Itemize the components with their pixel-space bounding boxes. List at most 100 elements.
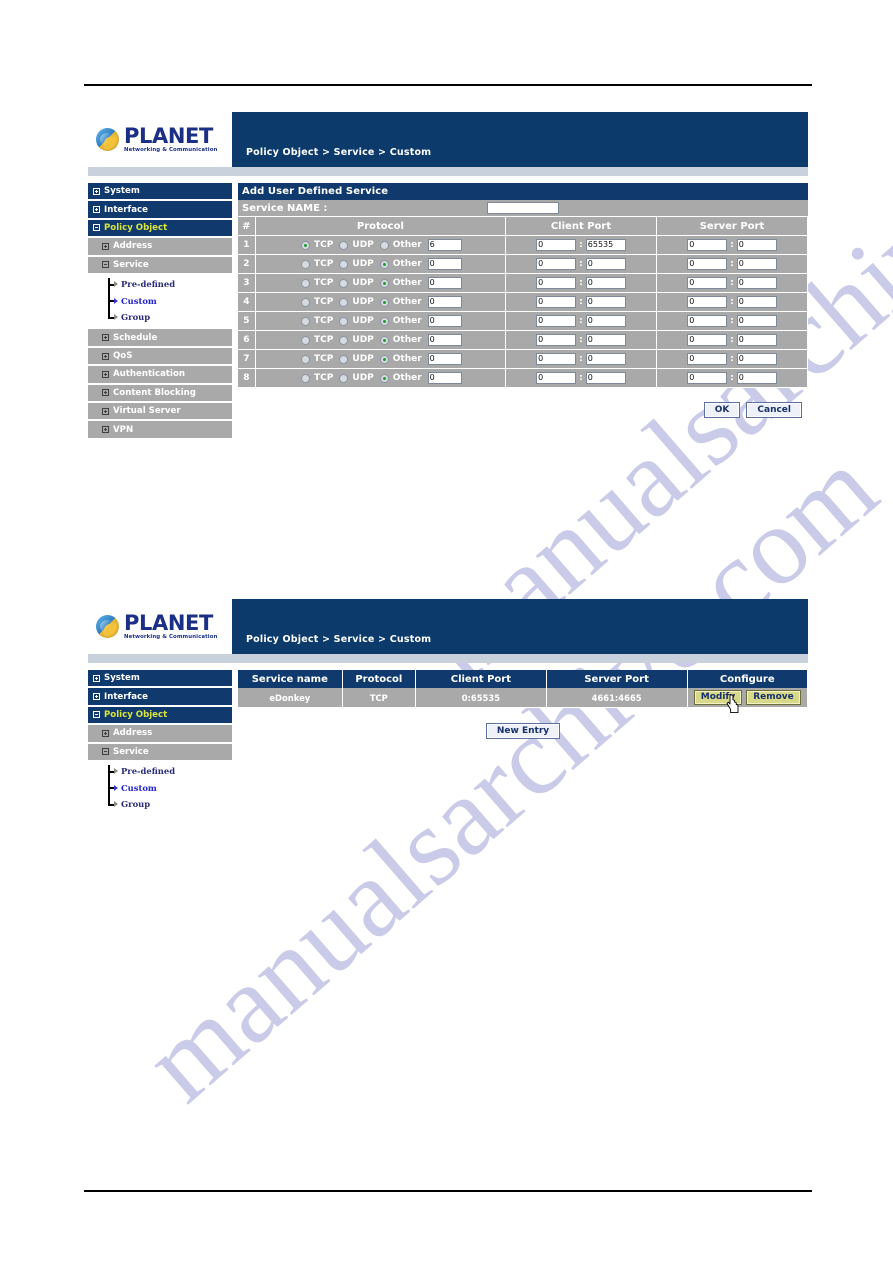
expand-plus-icon[interactable] xyxy=(93,206,100,214)
server-port-to-input[interactable] xyxy=(736,315,777,327)
client-port-to-input[interactable] xyxy=(585,239,626,251)
sidebar-item-interface[interactable]: Interface xyxy=(88,201,232,219)
client-port-to-input[interactable] xyxy=(585,258,626,270)
server-port-from-input[interactable] xyxy=(687,258,728,270)
radio-other[interactable] xyxy=(379,259,389,269)
server-port-from-input[interactable] xyxy=(687,353,728,365)
collapse-minus-icon[interactable] xyxy=(102,748,109,756)
client-port-to-input[interactable] xyxy=(585,277,626,289)
server-port-to-input[interactable] xyxy=(736,296,777,308)
ok-button[interactable]: OK xyxy=(703,402,741,418)
radio-other[interactable] xyxy=(379,297,389,307)
radio-tcp[interactable] xyxy=(301,240,311,250)
server-port-to-input[interactable] xyxy=(736,353,777,365)
radio-tcp[interactable] xyxy=(301,373,311,383)
server-port-to-input[interactable] xyxy=(736,258,777,270)
expand-plus-icon[interactable] xyxy=(102,242,109,250)
sidebar-item-authentication[interactable]: Authentication xyxy=(88,366,232,384)
radio-other[interactable] xyxy=(379,373,389,383)
client-port-to-input[interactable] xyxy=(585,315,626,327)
client-port-from-input[interactable] xyxy=(536,296,577,308)
other-protocol-input[interactable] xyxy=(427,372,462,384)
collapse-minus-icon[interactable] xyxy=(102,261,109,269)
client-port-from-input[interactable] xyxy=(536,372,577,384)
client-port-from-input[interactable] xyxy=(536,353,577,365)
expand-plus-icon[interactable] xyxy=(102,352,109,360)
client-port-from-input[interactable] xyxy=(536,277,577,289)
client-port-from-input[interactable] xyxy=(536,239,577,251)
radio-other[interactable] xyxy=(379,354,389,364)
radio-tcp[interactable] xyxy=(301,259,311,269)
expand-plus-icon[interactable] xyxy=(102,389,109,397)
radio-other[interactable] xyxy=(379,240,389,250)
new-entry-button[interactable]: New Entry xyxy=(485,723,561,739)
sidebar-item-group[interactable]: Group xyxy=(108,796,232,813)
expand-plus-icon[interactable] xyxy=(93,187,100,195)
radio-other[interactable] xyxy=(379,316,389,326)
radio-tcp[interactable] xyxy=(301,278,311,288)
server-port-to-input[interactable] xyxy=(736,334,777,346)
sidebar-item-custom[interactable]: Custom xyxy=(108,779,232,796)
client-port-from-input[interactable] xyxy=(536,334,577,346)
other-protocol-input[interactable] xyxy=(427,277,462,289)
radio-tcp[interactable] xyxy=(301,297,311,307)
collapse-minus-icon[interactable] xyxy=(93,224,100,232)
sidebar-item-custom[interactable]: Custom xyxy=(108,292,232,309)
other-protocol-input[interactable] xyxy=(427,315,462,327)
radio-other[interactable] xyxy=(379,335,389,345)
sidebar-item-pre-defined[interactable]: Pre-defined xyxy=(108,276,232,293)
radio-udp[interactable] xyxy=(339,316,349,326)
sidebar-item-qos[interactable]: QoS xyxy=(88,347,232,366)
client-port-from-input[interactable] xyxy=(536,315,577,327)
radio-udp[interactable] xyxy=(339,335,349,345)
expand-plus-icon[interactable] xyxy=(102,729,109,737)
radio-tcp[interactable] xyxy=(301,316,311,326)
expand-plus-icon[interactable] xyxy=(93,674,100,682)
remove-button[interactable]: Remove xyxy=(746,690,801,705)
other-protocol-input[interactable] xyxy=(427,296,462,308)
sidebar-item-content-blocking[interactable]: Content Blocking xyxy=(88,384,232,403)
server-port-from-input[interactable] xyxy=(687,372,728,384)
expand-plus-icon[interactable] xyxy=(102,370,109,378)
sidebar-item-schedule[interactable]: Schedule xyxy=(88,329,232,347)
other-protocol-input[interactable] xyxy=(427,239,462,251)
other-protocol-input[interactable] xyxy=(427,353,462,365)
server-port-from-input[interactable] xyxy=(687,277,728,289)
radio-other[interactable] xyxy=(379,278,389,288)
server-port-to-input[interactable] xyxy=(736,372,777,384)
radio-udp[interactable] xyxy=(339,297,349,307)
sidebar-item-vpn[interactable]: VPN xyxy=(88,421,232,439)
sidebar-item-group[interactable]: Group xyxy=(108,309,232,326)
sidebar-item-address[interactable]: Address xyxy=(88,725,232,743)
server-port-from-input[interactable] xyxy=(687,334,728,346)
radio-udp[interactable] xyxy=(339,278,349,288)
client-port-to-input[interactable] xyxy=(585,372,626,384)
expand-plus-icon[interactable] xyxy=(93,693,100,701)
sidebar-item-service[interactable]: Service xyxy=(88,743,232,761)
client-port-to-input[interactable] xyxy=(585,353,626,365)
other-protocol-input[interactable] xyxy=(427,334,462,346)
client-port-to-input[interactable] xyxy=(585,296,626,308)
sidebar-item-pre-defined[interactable]: Pre-defined xyxy=(108,763,232,780)
server-port-to-input[interactable] xyxy=(736,277,777,289)
sidebar-item-interface[interactable]: Interface xyxy=(88,688,232,706)
cancel-button[interactable]: Cancel xyxy=(746,402,802,418)
radio-udp[interactable] xyxy=(339,240,349,250)
server-port-from-input[interactable] xyxy=(687,315,728,327)
radio-udp[interactable] xyxy=(339,259,349,269)
radio-tcp[interactable] xyxy=(301,354,311,364)
other-protocol-input[interactable] xyxy=(427,258,462,270)
sidebar-item-service[interactable]: Service xyxy=(88,256,232,274)
radio-udp[interactable] xyxy=(339,373,349,383)
sidebar-item-system[interactable]: System xyxy=(88,183,232,201)
sidebar-item-address[interactable]: Address xyxy=(88,238,232,256)
collapse-minus-icon[interactable] xyxy=(93,711,100,719)
server-port-to-input[interactable] xyxy=(736,239,777,251)
client-port-from-input[interactable] xyxy=(536,258,577,270)
client-port-to-input[interactable] xyxy=(585,334,626,346)
radio-tcp[interactable] xyxy=(301,335,311,345)
server-port-from-input[interactable] xyxy=(687,296,728,308)
expand-plus-icon[interactable] xyxy=(102,426,109,434)
expand-plus-icon[interactable] xyxy=(102,407,109,415)
sidebar-item-system[interactable]: System xyxy=(88,670,232,688)
